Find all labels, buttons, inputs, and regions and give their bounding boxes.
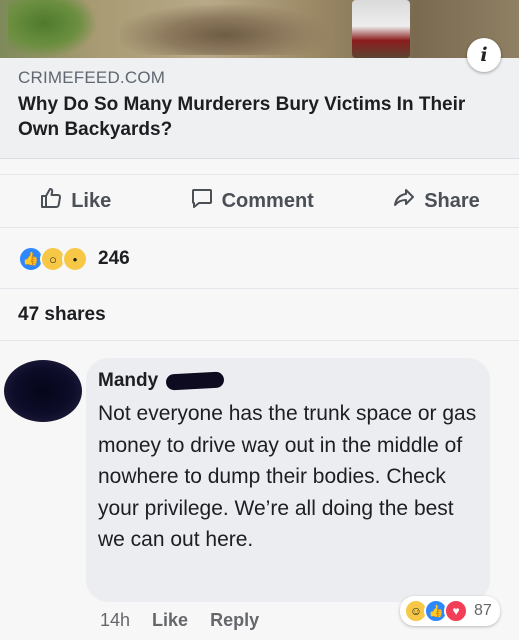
link-source: CRIMEFEED.COM [18, 68, 166, 87]
plant-leaves [8, 0, 98, 58]
comment-like-button[interactable]: Like [152, 610, 188, 631]
comment-reactions[interactable]: ☺ 👍 ♥ 87 [400, 596, 500, 626]
share-button[interactable]: Share [392, 186, 480, 216]
like-button[interactable]: Like [39, 186, 111, 216]
thumbs-up-icon [39, 186, 63, 216]
post-action-bar: Like Comment Share [0, 174, 519, 228]
redaction-mark [165, 371, 225, 391]
reaction-count: 246 [98, 248, 130, 269]
like-label: Like [71, 189, 112, 212]
comment-reply-button[interactable]: Reply [210, 610, 259, 631]
info-icon[interactable]: i [467, 38, 501, 72]
dirt-ground [120, 5, 330, 55]
person-with-shovel [352, 0, 410, 58]
love-icon: ♥ [444, 599, 468, 623]
link-preview-image[interactable] [0, 0, 519, 58]
speech-bubble-icon [190, 186, 214, 216]
divider [0, 288, 519, 289]
comment-bubble: Mandy Not everyone has the trunk space o… [86, 358, 490, 602]
shares-count[interactable]: 47 shares [18, 304, 106, 326]
comment-author[interactable]: Mandy [98, 370, 158, 392]
share-label: Share [424, 189, 480, 212]
comment-meta: 14h Like Reply [100, 610, 259, 631]
comment-reaction-count: 87 [474, 602, 492, 619]
link-headline[interactable]: Why Do So Many Murderers Bury Victims In… [18, 92, 508, 142]
comment-label: Comment [221, 189, 314, 212]
link-preview-card[interactable]: CRIMEFEED.COM Why Do So Many Murderers B… [0, 58, 519, 159]
comment-author-row: Mandy [98, 370, 225, 392]
avatar[interactable] [4, 360, 82, 422]
post-reactions-summary[interactable]: 👍 ○ • 246 [18, 246, 130, 272]
comment-button[interactable]: Comment [190, 186, 314, 216]
comment-timestamp[interactable]: 14h [100, 610, 130, 631]
divider [0, 340, 519, 341]
share-arrow-icon [392, 186, 416, 216]
comment-text: Not everyone has the trunk space or gas … [98, 402, 477, 551]
sad-icon: • [62, 246, 88, 272]
